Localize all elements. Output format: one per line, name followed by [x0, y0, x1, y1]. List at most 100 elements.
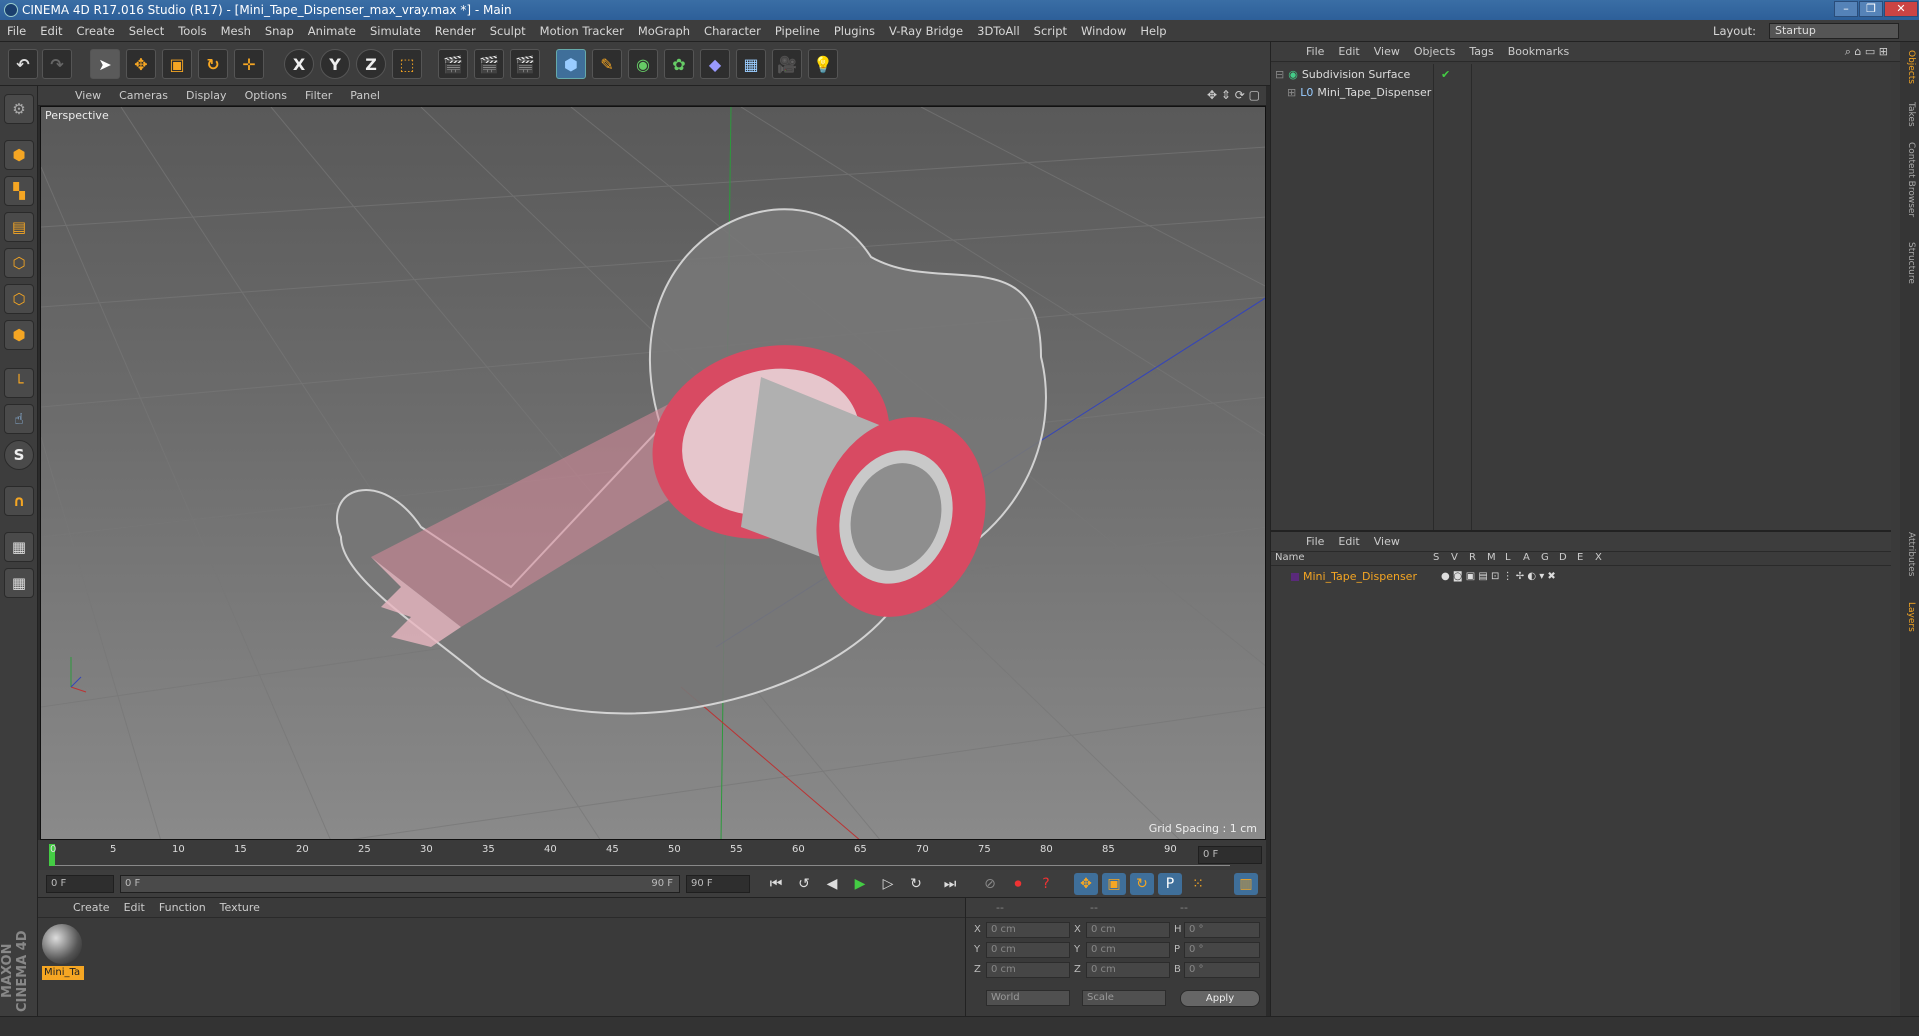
menu-help[interactable]: Help [1133, 24, 1173, 38]
layer-menu-view[interactable]: View [1367, 535, 1407, 548]
cube-primitive-icon[interactable]: ⬢ [556, 49, 586, 79]
material-menu-edit[interactable]: Edit [117, 901, 152, 914]
undo-icon[interactable]: ↶ [8, 49, 38, 79]
viewport-menu-view[interactable]: View [66, 89, 110, 102]
light-icon[interactable]: 💡 [808, 49, 838, 79]
viewport-menu-options[interactable]: Options [236, 89, 296, 102]
keyframe-selection-icon[interactable]: ⊘ [978, 873, 1002, 895]
render-picture-viewer-icon[interactable]: 🎬 [474, 49, 504, 79]
go-to-start-icon[interactable]: ⏮ [764, 873, 788, 895]
object-menu-file[interactable]: File [1299, 45, 1331, 58]
layer-name[interactable]: Mini_Tape_Dispenser [1303, 568, 1417, 586]
menu-mograph[interactable]: MoGraph [631, 24, 697, 38]
deformer-icon[interactable]: ◆ [700, 49, 730, 79]
menu-select[interactable]: Select [122, 24, 171, 38]
menu-simulate[interactable]: Simulate [363, 24, 428, 38]
side-tab-takes[interactable]: Takes [1902, 102, 1916, 127]
viewport-menu-filter[interactable]: Filter [296, 89, 341, 102]
object-row-dispenser[interactable]: ⊞ L0 Mini_Tape_Dispenser [1287, 84, 1431, 102]
viewport-nav-icons[interactable]: ✥ ⇕ ⟳ ▢ [1207, 88, 1260, 102]
menu-motion-tracker[interactable]: Motion Tracker [533, 24, 631, 38]
object-name[interactable]: Subdivision Surface [1302, 66, 1410, 84]
make-editable-icon[interactable]: ⚙ [4, 94, 34, 124]
viewport-menu-display[interactable]: Display [177, 89, 236, 102]
position-x-field[interactable]: 0 cm [986, 922, 1070, 938]
z-axis-button[interactable]: Z [356, 49, 386, 79]
material-menu-texture[interactable]: Texture [213, 901, 267, 914]
autokeying-icon[interactable]: ? [1034, 873, 1058, 895]
side-tab-attributes[interactable]: Attributes [1902, 532, 1916, 576]
menu-sculpt[interactable]: Sculpt [483, 24, 533, 38]
side-tab-layers[interactable]: Layers [1902, 602, 1916, 632]
transform-tool-icon[interactable]: ✛ [234, 49, 264, 79]
size-z-field[interactable]: 0 cm [1086, 962, 1170, 978]
size-x-field[interactable]: 0 cm [1086, 922, 1170, 938]
frame-range-slider[interactable]: 0 F 90 F [120, 875, 680, 893]
record-keys-icon[interactable]: ⏺ [1006, 873, 1030, 895]
minimize-button[interactable]: – [1834, 1, 1858, 17]
object-row-subdivision[interactable]: ⊟ ◉ Subdivision Surface ✔ [1275, 66, 1450, 84]
workplane-mode-icon[interactable]: ▤ [4, 212, 34, 242]
axis-mode-icon[interactable]: └ [4, 368, 34, 398]
close-button[interactable]: ✕ [1884, 1, 1918, 17]
maximize-button[interactable]: ❐ [1859, 1, 1883, 17]
menu-window[interactable]: Window [1074, 24, 1133, 38]
side-tab-objects[interactable]: Objects [1902, 50, 1916, 84]
planar-workplane-icon[interactable]: ▦ [4, 568, 34, 598]
object-menu-tags[interactable]: Tags [1462, 45, 1500, 58]
layout-dropdown[interactable]: Startup [1769, 23, 1899, 39]
render-view-icon[interactable]: 🎬 [438, 49, 468, 79]
menu-plugins[interactable]: Plugins [827, 24, 882, 38]
viewport-menu-cameras[interactable]: Cameras [110, 89, 177, 102]
menu-mesh[interactable]: Mesh [214, 24, 258, 38]
snap-icon[interactable]: S [4, 440, 34, 470]
points-mode-icon[interactable]: ⬡ [4, 248, 34, 278]
layer-row[interactable]: Mini_Tape_Dispenser ● ◙ ▣ ▤ ⊡ ⋮ ✢ ◐ ▾ ✖ [1291, 568, 1556, 586]
step-forward-icon[interactable]: ▷ [876, 873, 900, 895]
menu-script[interactable]: Script [1027, 24, 1074, 38]
menu-create[interactable]: Create [70, 24, 122, 38]
menu-vray-bridge[interactable]: V-Ray Bridge [882, 24, 970, 38]
tweak-mode-icon[interactable]: ☝ [4, 404, 34, 434]
position-y-field[interactable]: 0 cm [986, 942, 1070, 958]
polygons-mode-icon[interactable]: ⬢ [4, 320, 34, 350]
camera-icon[interactable]: 🎥 [772, 49, 802, 79]
workplane-lock-icon[interactable]: ▦ [4, 532, 34, 562]
layer-menu-edit[interactable]: Edit [1331, 535, 1366, 548]
model-mode-icon[interactable]: ⬢ [4, 140, 34, 170]
y-axis-button[interactable]: Y [320, 49, 350, 79]
coordinate-system-icon[interactable]: ⬚ [392, 49, 422, 79]
object-menu-bookmarks[interactable]: Bookmarks [1501, 45, 1576, 58]
material-menu-create[interactable]: Create [66, 901, 117, 914]
object-menu-view[interactable]: View [1367, 45, 1407, 58]
object-menu-edit[interactable]: Edit [1331, 45, 1366, 58]
select-arrow-icon[interactable]: ➤ [90, 49, 120, 79]
menu-animate[interactable]: Animate [301, 24, 363, 38]
magnet-tool-icon[interactable]: ∩ [4, 486, 34, 516]
position-z-field[interactable]: 0 cm [986, 962, 1070, 978]
menu-edit[interactable]: Edit [33, 24, 69, 38]
viewport-menu-panel[interactable]: Panel [341, 89, 389, 102]
side-tab-content-browser[interactable]: Content Browser [1902, 142, 1916, 217]
key-pla-icon[interactable]: ⁙ [1186, 873, 1210, 895]
menu-render[interactable]: Render [428, 24, 483, 38]
apply-button[interactable]: Apply [1180, 990, 1260, 1007]
rotate-tool-icon[interactable]: ↻ [198, 49, 228, 79]
material-name-label[interactable]: Mini_Ta [42, 966, 84, 980]
material-menu-function[interactable]: Function [152, 901, 213, 914]
3d-viewport[interactable]: Perspective Grid Spacing : 1 cm [40, 106, 1266, 840]
subdivision-surface-icon[interactable]: ◉ [628, 49, 658, 79]
collapse-icon[interactable]: ⊟ [1275, 66, 1284, 84]
go-to-end-icon[interactable]: ⏭ [938, 873, 962, 895]
object-manager-search-icon[interactable]: ⌕ ⌂ ▭ ⊞ [1845, 45, 1888, 59]
current-frame-field[interactable]: 0 F [1198, 846, 1262, 864]
edges-mode-icon[interactable]: ⬡ [4, 284, 34, 314]
start-frame-field[interactable]: 0 F [46, 875, 114, 893]
x-axis-button[interactable]: X [284, 49, 314, 79]
object-menu-objects[interactable]: Objects [1407, 45, 1463, 58]
layer-color-swatch[interactable] [1291, 573, 1299, 581]
key-rotation-icon[interactable]: ↻ [1130, 873, 1154, 895]
key-position-icon[interactable]: ✥ [1074, 873, 1098, 895]
timeline-ruler[interactable]: 0 5 10 15 20 25 30 35 40 45 50 55 60 65 … [38, 840, 1266, 870]
key-parameter-icon[interactable]: P [1158, 873, 1182, 895]
